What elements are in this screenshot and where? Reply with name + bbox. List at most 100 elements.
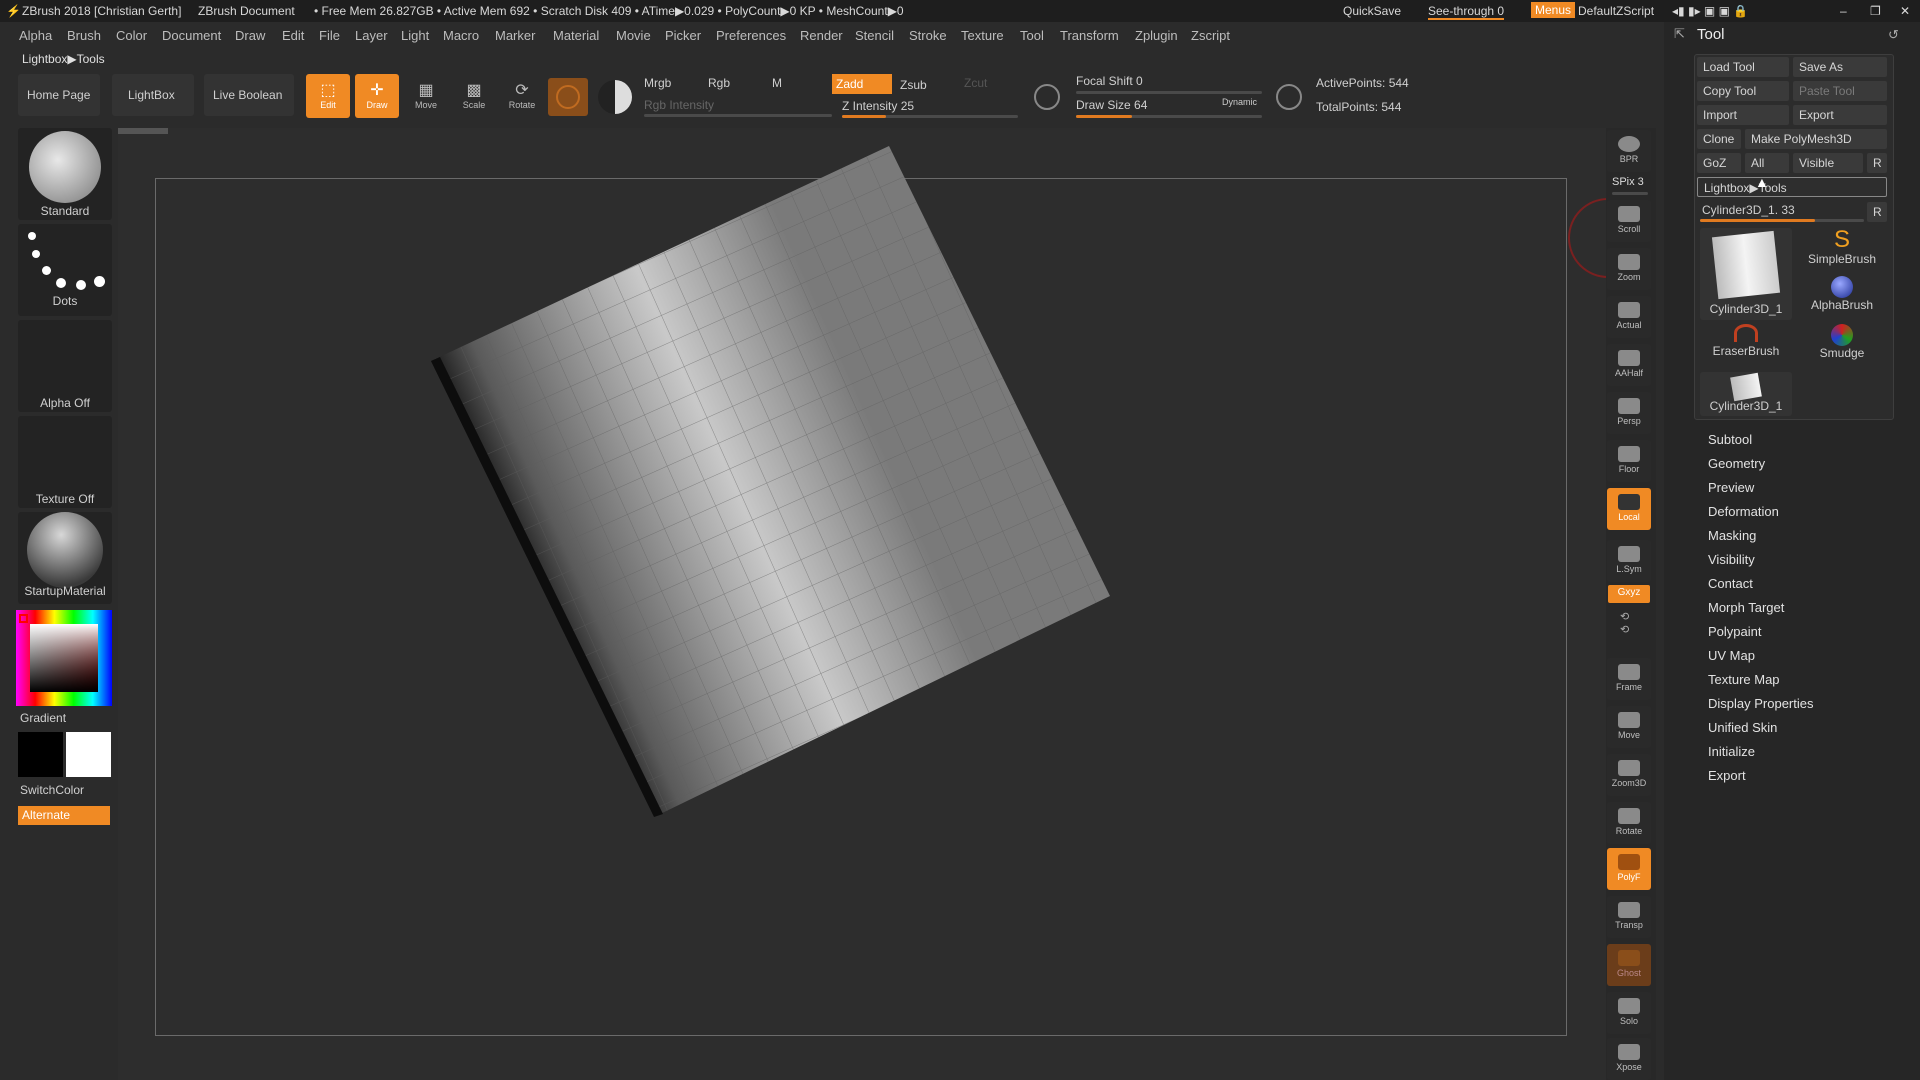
- visible-button[interactable]: Visible: [1793, 153, 1863, 173]
- menu-stencil[interactable]: Stencil: [855, 28, 894, 43]
- edit-button[interactable]: ⬚ Edit: [306, 74, 350, 118]
- mrgb-toggle[interactable]: Mrgb: [644, 76, 671, 90]
- cylinder-mesh[interactable]: [118, 128, 1606, 1080]
- script-label[interactable]: DefaultZScript: [1578, 4, 1654, 18]
- tool-panel-title[interactable]: Tool: [1697, 26, 1725, 43]
- draw-size-d-icon[interactable]: [1276, 84, 1302, 110]
- menus-button[interactable]: Menus: [1531, 2, 1576, 18]
- zadd-toggle[interactable]: Zadd: [832, 74, 892, 94]
- rotate-button[interactable]: ⟳ Rotate: [500, 74, 544, 118]
- rotate-view-button[interactable]: Rotate: [1607, 802, 1651, 844]
- scroll-button[interactable]: Scroll: [1607, 200, 1651, 242]
- draw-size-slider[interactable]: [1076, 115, 1262, 118]
- home-page-button[interactable]: Home Page: [18, 74, 100, 116]
- frame-button[interactable]: Frame: [1607, 658, 1651, 700]
- dynamic-toggle[interactable]: Dynamic: [1222, 97, 1257, 107]
- quicksave-button[interactable]: QuickSave: [1343, 4, 1401, 18]
- menu-movie[interactable]: Movie: [616, 28, 651, 43]
- menu-material[interactable]: Material: [553, 28, 599, 43]
- save-as-button[interactable]: Save As: [1793, 57, 1887, 77]
- switchcolor-label[interactable]: SwitchColor: [20, 783, 84, 797]
- spix-slider[interactable]: SPix 3: [1612, 176, 1644, 188]
- menu-file[interactable]: File: [319, 28, 340, 43]
- menu-layer[interactable]: Layer: [355, 28, 388, 43]
- z-intensity-slider[interactable]: [842, 115, 1018, 118]
- reset-icon[interactable]: ↺: [1888, 27, 1899, 43]
- xpose-button[interactable]: Xpose: [1607, 1038, 1651, 1080]
- export-button[interactable]: Export: [1793, 105, 1887, 125]
- live-boolean-button[interactable]: Live Boolean: [204, 74, 294, 116]
- section-subtool[interactable]: Subtool: [1708, 432, 1752, 447]
- secondary-color-swatch[interactable]: [18, 732, 63, 777]
- menu-transform[interactable]: Transform: [1060, 28, 1119, 43]
- menu-marker[interactable]: Marker: [495, 28, 535, 43]
- ghost-button[interactable]: Ghost: [1607, 944, 1651, 986]
- rotate-axis-icons[interactable]: ⟲ ⟲: [1620, 610, 1629, 636]
- section-polypaint[interactable]: Polypaint: [1708, 624, 1761, 639]
- menu-preferences[interactable]: Preferences: [716, 28, 786, 43]
- menu-color[interactable]: Color: [116, 28, 147, 43]
- tool-thumb-cylinder-2[interactable]: Cylinder3D_1: [1700, 372, 1792, 416]
- actual-button[interactable]: Actual: [1607, 296, 1651, 338]
- layout-icon[interactable]: ◂▮ ▮▸ ▣ ▣ 🔒: [1672, 4, 1748, 18]
- move-view-button[interactable]: Move: [1607, 706, 1651, 748]
- tool-thumb-alphabrush[interactable]: AlphaBrush: [1796, 276, 1888, 322]
- z-intensity-label[interactable]: Z Intensity 25: [842, 99, 914, 113]
- breadcrumb[interactable]: Lightbox▶Tools: [22, 52, 105, 66]
- menu-picker[interactable]: Picker: [665, 28, 701, 43]
- rgb-intensity-slider[interactable]: [644, 114, 832, 117]
- zcut-toggle[interactable]: Zcut: [964, 76, 987, 90]
- paste-tool-button[interactable]: Paste Tool: [1793, 81, 1887, 101]
- clone-button[interactable]: Clone: [1697, 129, 1741, 149]
- section-uv-map[interactable]: UV Map: [1708, 648, 1755, 663]
- move-button[interactable]: ▦ Move: [404, 74, 448, 118]
- restore-icon[interactable]: ❐: [1870, 4, 1881, 18]
- brush-tile[interactable]: Standard: [18, 128, 112, 220]
- lightbox-tools-button[interactable]: Lightbox▶Tools: [1697, 177, 1887, 197]
- all-button[interactable]: All: [1745, 153, 1789, 173]
- draw-button[interactable]: ✛ Draw: [355, 74, 399, 118]
- menu-document[interactable]: Document: [162, 28, 221, 43]
- texture-tile[interactable]: Texture Off: [18, 416, 112, 508]
- scale-button[interactable]: ▩ Scale: [452, 74, 496, 118]
- section-display-properties[interactable]: Display Properties: [1708, 696, 1814, 711]
- section-geometry[interactable]: Geometry: [1708, 456, 1765, 471]
- copy-tool-button[interactable]: Copy Tool: [1697, 81, 1789, 101]
- import-button[interactable]: Import: [1697, 105, 1789, 125]
- gradient-label[interactable]: Gradient: [20, 711, 66, 725]
- main-color-swatch[interactable]: [66, 732, 111, 777]
- material-swatch-button[interactable]: [548, 78, 588, 116]
- tool-thumb-eraserbrush[interactable]: EraserBrush: [1700, 324, 1792, 370]
- stroke-tile[interactable]: Dots: [18, 224, 112, 316]
- current-r-button[interactable]: R: [1867, 202, 1887, 222]
- zoom3d-button[interactable]: Zoom3D: [1607, 754, 1651, 796]
- menu-zplugin[interactable]: Zplugin: [1135, 28, 1178, 43]
- tool-thumb-smudge[interactable]: Smudge: [1796, 324, 1888, 370]
- focal-shift-slider[interactable]: [1076, 91, 1262, 94]
- canvas-area[interactable]: [118, 128, 1608, 1080]
- menu-zscript[interactable]: Zscript: [1191, 28, 1230, 43]
- see-through-slider[interactable]: See-through 0: [1428, 4, 1505, 20]
- lightbox-button[interactable]: LightBox: [112, 74, 194, 116]
- goz-r-button[interactable]: R: [1867, 153, 1887, 173]
- zsub-toggle[interactable]: Zsub: [900, 78, 927, 92]
- section-deformation[interactable]: Deformation: [1708, 504, 1779, 519]
- persp-button[interactable]: Persp: [1607, 392, 1651, 434]
- minimize-icon[interactable]: –: [1840, 4, 1847, 18]
- section-texture-map[interactable]: Texture Map: [1708, 672, 1780, 687]
- section-contact[interactable]: Contact: [1708, 576, 1753, 591]
- focal-shift-label[interactable]: Focal Shift 0: [1076, 74, 1143, 88]
- floor-button[interactable]: Floor: [1607, 440, 1651, 482]
- draw-size-label[interactable]: Draw Size 64: [1076, 98, 1147, 112]
- material-tile[interactable]: StartupMaterial: [18, 512, 112, 604]
- menu-tool[interactable]: Tool: [1020, 28, 1044, 43]
- xyz-toggle[interactable]: Gxyz: [1608, 585, 1650, 603]
- tool-thumb-simplebrush[interactable]: S SimpleBrush: [1796, 228, 1888, 274]
- focal-shift-s-icon[interactable]: [1034, 84, 1060, 110]
- menu-texture[interactable]: Texture: [961, 28, 1004, 43]
- rgb-toggle[interactable]: Rgb: [708, 76, 730, 90]
- polyf-button[interactable]: PolyF: [1607, 848, 1651, 890]
- section-unified-skin[interactable]: Unified Skin: [1708, 720, 1777, 735]
- section-morph-target[interactable]: Morph Target: [1708, 600, 1784, 615]
- local-button[interactable]: Local: [1607, 488, 1651, 530]
